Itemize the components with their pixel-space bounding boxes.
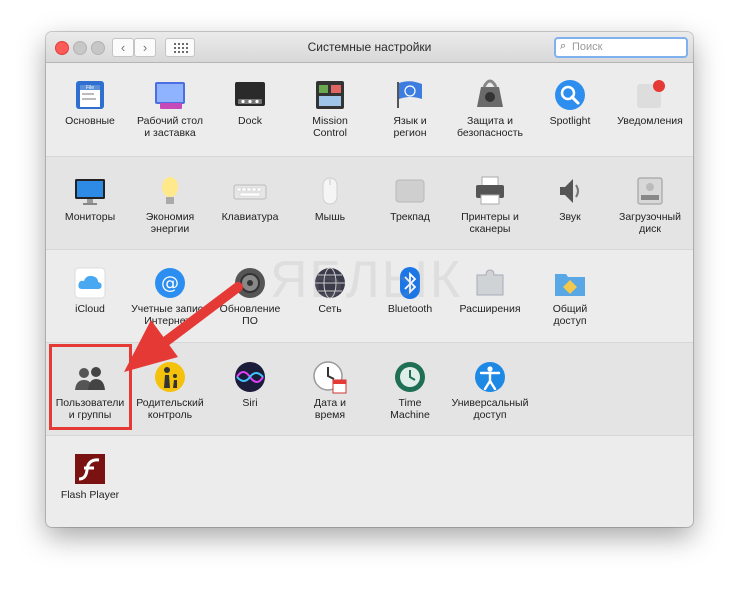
annotation-arrow xyxy=(124,282,243,372)
